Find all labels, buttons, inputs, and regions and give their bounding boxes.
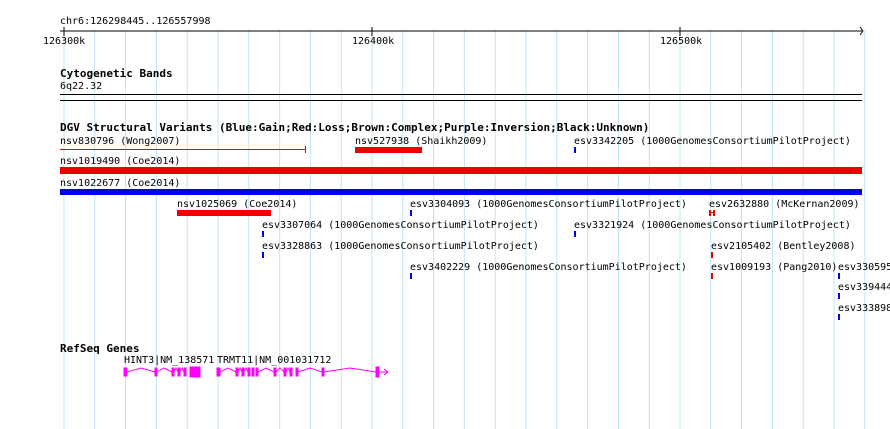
dgv-feature-gain[interactable]: [262, 252, 264, 258]
dgv-feature-loss[interactable]: [711, 273, 713, 279]
dgv-feature-label[interactable]: nsv527938 (Shaikh2009): [355, 136, 487, 147]
dgv-feature-loss[interactable]: [355, 147, 422, 153]
dgv-feature-gain[interactable]: [574, 147, 576, 153]
dgv-feature-label[interactable]: esv3402229 (1000GenomesConsortiumPilotPr…: [410, 262, 687, 273]
dgv-feature-label[interactable]: nsv1022677 (Coe2014): [60, 178, 180, 189]
cytoband-line-bottom[interactable]: [60, 100, 862, 101]
dgv-feature-loss[interactable]: [711, 252, 713, 258]
dgv-feature-label[interactable]: esv333898: [838, 303, 890, 314]
ruler-scale[interactable]: [0, 24, 890, 38]
dgv-feature-label[interactable]: esv2105402 (Bentley2008): [711, 241, 856, 252]
dgv-feature-loss[interactable]: [177, 210, 271, 216]
dgv-feature-gain[interactable]: [574, 231, 576, 237]
dgv-feature-gain[interactable]: [410, 210, 412, 216]
dgv-feature-loss[interactable]: [60, 149, 306, 150]
cytoband-track-title: Cytogenetic Bands: [60, 67, 173, 80]
dgv-feature-label[interactable]: nsv1019490 (Coe2014): [60, 156, 180, 167]
dgv-feature-loss[interactable]: [713, 210, 715, 216]
dgv-feature-label[interactable]: esv3307064 (1000GenomesConsortiumPilotPr…: [262, 220, 539, 231]
dgv-feature-label[interactable]: esv3321924 (1000GenomesConsortiumPilotPr…: [574, 220, 851, 231]
dgv-feature-label[interactable]: esv339444: [838, 282, 890, 293]
dgv-feature-gain[interactable]: [60, 189, 862, 195]
cytoband-line-top[interactable]: [60, 94, 862, 95]
gene-model-trmt11: [216, 366, 389, 378]
dgv-feature-label[interactable]: nsv830796 (Wong2007): [60, 136, 180, 147]
dgv-feature-loss[interactable]: [709, 210, 711, 216]
dgv-feature-end-mark: [305, 146, 306, 153]
dgv-feature-label[interactable]: esv1009193 (Pang2010): [711, 262, 837, 273]
dgv-track-title: DGV Structural Variants (Blue:Gain;Red:L…: [60, 121, 650, 134]
refseq-track-title: RefSeq Genes: [60, 342, 140, 355]
dgv-feature-label[interactable]: esv2632880 (McKernan2009): [709, 199, 860, 210]
dgv-feature-loss[interactable]: [60, 167, 862, 174]
dgv-feature-label[interactable]: nsv1025069 (Coe2014): [177, 199, 297, 210]
dgv-feature-connector: [709, 212, 715, 213]
gene-model-hint3: [123, 366, 201, 378]
dgv-feature-label[interactable]: esv3304093 (1000GenomesConsortiumPilotPr…: [410, 199, 687, 210]
dgv-feature-label[interactable]: esv3328863 (1000GenomesConsortiumPilotPr…: [262, 241, 539, 252]
refseq-gene-models[interactable]: [0, 364, 890, 380]
dgv-feature-gain[interactable]: [838, 273, 840, 279]
dgv-feature-gain[interactable]: [410, 273, 412, 279]
dgv-feature-gain[interactable]: [262, 231, 264, 237]
cytoband-label: 6q22.32: [60, 81, 103, 92]
dgv-feature-gain[interactable]: [838, 314, 840, 320]
dgv-feature-label[interactable]: esv330595: [838, 262, 890, 273]
dgv-feature-label[interactable]: esv3342205 (1000GenomesConsortiumPilotPr…: [574, 136, 851, 147]
dgv-feature-gain[interactable]: [838, 293, 840, 299]
